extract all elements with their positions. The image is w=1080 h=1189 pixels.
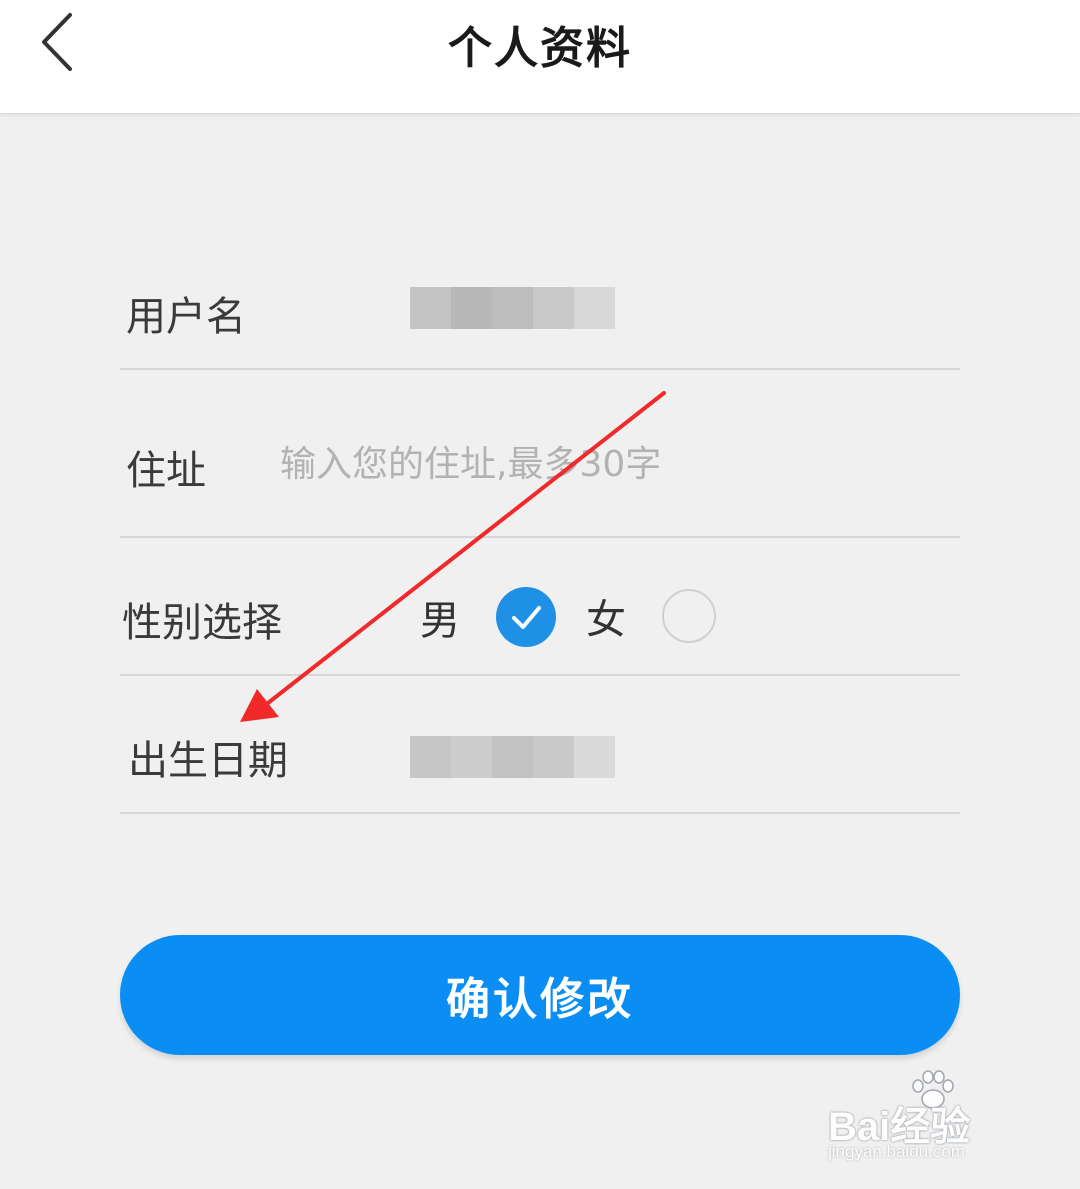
gender-male-label: 男 (420, 598, 460, 644)
checkmark-icon (512, 606, 541, 629)
username-label: 用户名 (126, 294, 246, 340)
gender-option-male[interactable]: 男 (420, 587, 556, 647)
birthday-label: 出生日期 (128, 738, 288, 784)
watermark-url: jingyan.baidu.com (828, 1142, 966, 1161)
gender-label: 性别选择 (122, 600, 282, 646)
address-field-wrapper (280, 440, 820, 488)
gender-option-female[interactable]: 女 (586, 587, 716, 645)
male-radio-checked[interactable] (496, 587, 556, 647)
baidu-jingyan-watermark: Bai经验 jingyan.baidu.com (828, 1070, 1028, 1170)
gender-female-label: 女 (586, 597, 626, 643)
birthday-value-redacted[interactable] (410, 736, 615, 778)
page-title: 个人资料 (448, 23, 632, 74)
top-bar: 个人资料 (0, 0, 1080, 114)
username-row: 用户名 (120, 250, 960, 370)
female-radio-unchecked[interactable] (662, 589, 716, 643)
address-label: 住址 (126, 448, 206, 494)
confirm-button[interactable]: 确认修改 (120, 935, 960, 1055)
address-input[interactable] (280, 440, 820, 488)
birthday-row: 出生日期 (120, 676, 960, 814)
username-value-redacted (410, 287, 615, 329)
